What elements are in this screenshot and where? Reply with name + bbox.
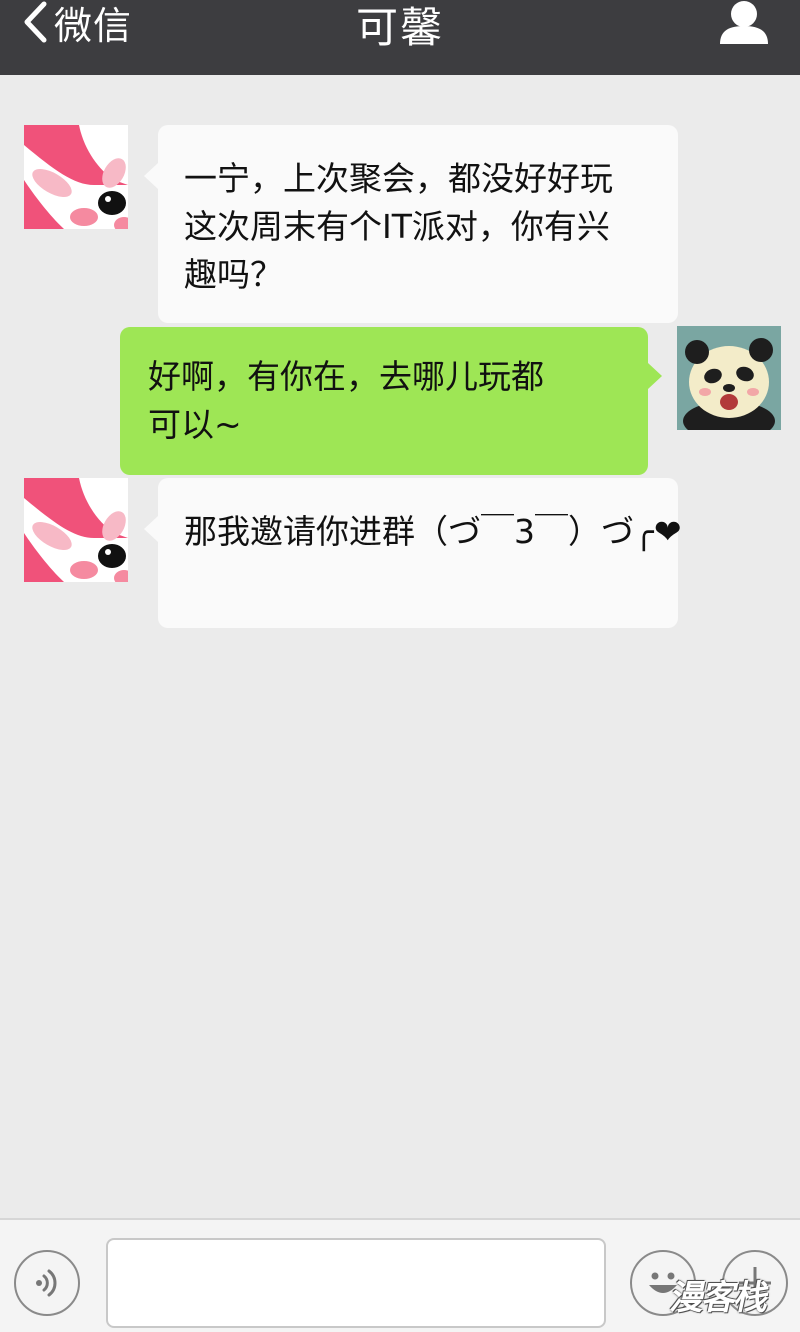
person-icon (720, 1, 768, 44)
message-bubble-outgoing[interactable]: 好啊，有你在，去哪儿玩都 可以~ (120, 327, 662, 475)
watermark-logo: 漫客栈 (667, 1278, 772, 1318)
message-input[interactable] (106, 1238, 606, 1328)
message-text-line: 可以~ (148, 405, 242, 444)
message-text-line: 那我邀请你进群（づ￣3￣）づ╭❤ (184, 512, 682, 551)
bunny-avatar[interactable] (24, 478, 128, 582)
voice-button[interactable] (14, 1250, 80, 1316)
voice-icon (36, 1269, 57, 1297)
bubble-tail (648, 363, 662, 389)
profile-button[interactable] (716, 0, 772, 44)
message-text-line: 好啊，有你在，去哪儿玩都 (148, 357, 544, 396)
message-bubble-incoming[interactable]: 那我邀请你进群（づ￣3￣）づ╭❤ (144, 478, 682, 628)
message-text-line: 趣吗？ (184, 255, 283, 294)
title-bar: 微信 可馨 (0, 0, 800, 75)
chat-title: 可馨 (355, 3, 444, 52)
bubble-tail (144, 163, 158, 189)
bunny-avatar[interactable] (24, 125, 128, 229)
bubble-tail (144, 516, 158, 542)
message-bubble-incoming[interactable]: 一宁，上次聚会，都没好好玩 这次周末有个IT派对，你有兴 趣吗？ (144, 125, 678, 323)
panda-avatar[interactable] (677, 326, 781, 430)
message-text-line: 一宁，上次聚会，都没好好玩 (184, 159, 613, 198)
message-text-line: 这次周末有个IT派对，你有兴 (184, 207, 610, 246)
